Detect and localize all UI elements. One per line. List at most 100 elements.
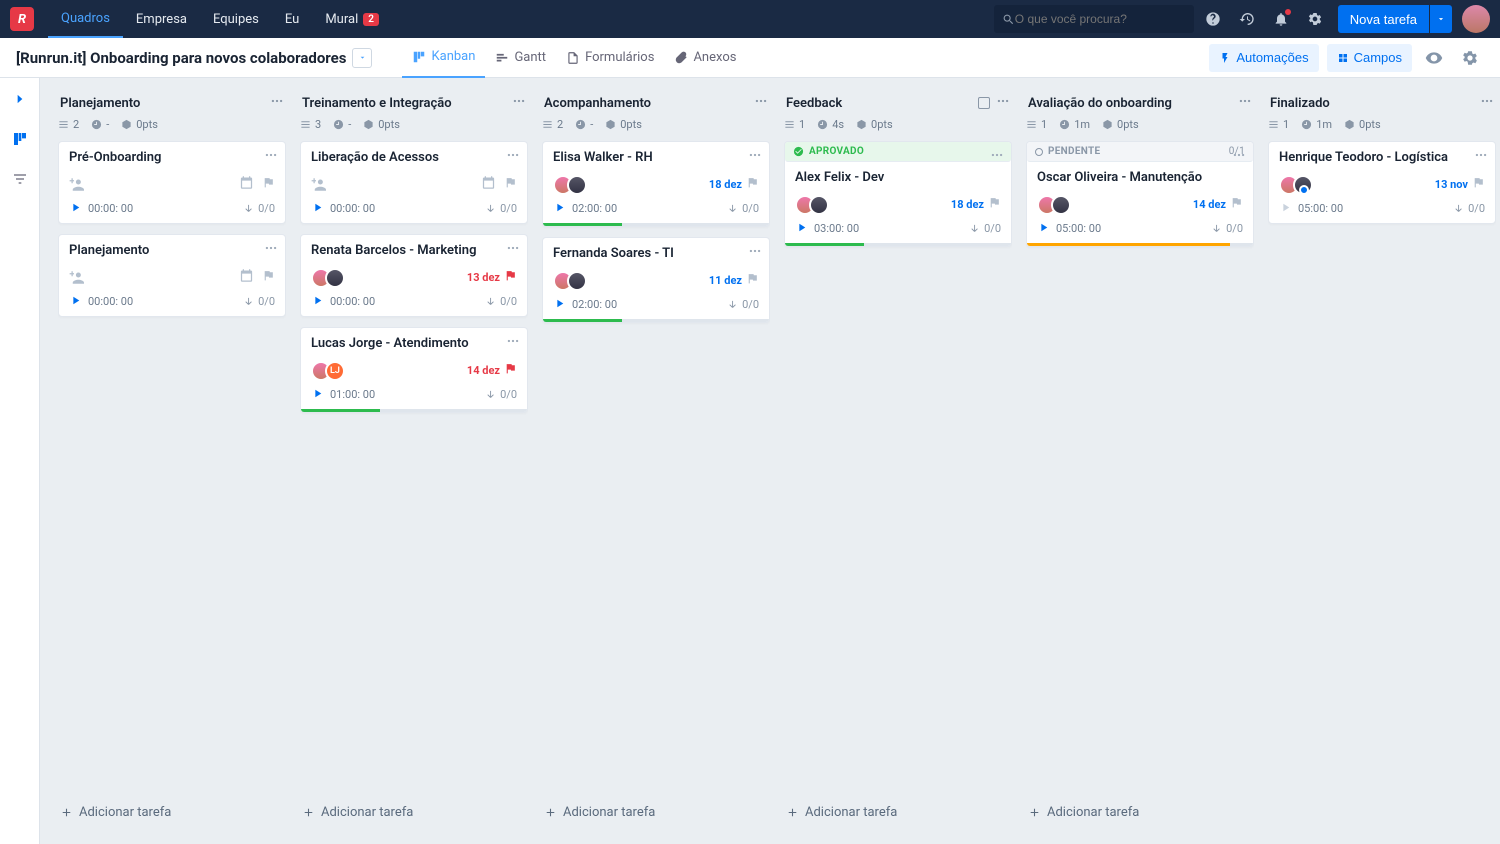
status-chip: APROVADO	[785, 142, 1011, 162]
play-icon[interactable]	[311, 201, 324, 217]
play-icon[interactable]	[553, 201, 566, 217]
card-menu[interactable]	[506, 241, 520, 259]
column-stats: 2 - 0pts	[542, 118, 770, 141]
add-task-button[interactable]: Adicionar tarefa	[784, 795, 1012, 830]
nav-quadros[interactable]: Quadros	[48, 0, 123, 38]
rail-filter[interactable]	[7, 166, 33, 192]
task-card[interactable]: Elisa Walker - RH 18 dez 02:00: 00 0/0	[542, 141, 770, 227]
view-attachments[interactable]: Anexos	[664, 38, 746, 78]
nav-eu[interactable]: Eu	[272, 0, 312, 38]
avatar	[567, 175, 587, 195]
timer-value: 05:00: 00	[1056, 222, 1101, 235]
left-rail	[0, 78, 40, 844]
search-box[interactable]	[994, 5, 1194, 33]
task-card[interactable]: Liberação de Acessos 00:00: 00 0/0	[300, 141, 528, 224]
bell-icon[interactable]	[1266, 4, 1296, 34]
stat-time: 1m	[1301, 118, 1332, 131]
subtasks-count: 0/0	[486, 388, 517, 401]
settings-icon[interactable]	[1456, 44, 1484, 72]
card-title: Planejamento	[69, 243, 275, 260]
task-card[interactable]: Renata Barcelos - Marketing 13 dez 00:00…	[300, 234, 528, 317]
avatars	[311, 268, 339, 288]
calendar-icon[interactable]	[481, 175, 496, 194]
gear-icon[interactable]	[1300, 4, 1330, 34]
card-menu[interactable]	[506, 334, 520, 352]
avatar	[809, 195, 829, 215]
add-task-button[interactable]: Adicionar tarefa	[542, 795, 770, 830]
stat-time: -	[575, 118, 593, 131]
add-task-button[interactable]: Adicionar tarefa	[1026, 795, 1254, 830]
assign-placeholder[interactable]	[69, 270, 84, 285]
nav-empresa[interactable]: Empresa	[123, 0, 200, 38]
view-forms[interactable]: Formulários	[556, 38, 664, 78]
stat-time: 1m	[1059, 118, 1090, 131]
column-menu[interactable]	[1480, 94, 1494, 112]
play-icon[interactable]	[795, 221, 808, 237]
play-icon[interactable]	[69, 201, 82, 217]
nav-equipes[interactable]: Equipes	[200, 0, 272, 38]
flag-icon	[504, 362, 517, 379]
rail-kanban[interactable]	[7, 126, 33, 152]
card-menu[interactable]	[990, 148, 1004, 166]
stat-points: 0pts	[1102, 118, 1139, 131]
automations-button[interactable]: Automações	[1209, 44, 1318, 72]
play-icon[interactable]	[553, 297, 566, 313]
play-icon[interactable]	[69, 294, 82, 310]
user-avatar[interactable]	[1462, 5, 1490, 33]
task-card[interactable]: Fernanda Soares - TI 11 dez 02:00: 00 0/…	[542, 237, 770, 323]
new-task-button[interactable]: Nova tarefa	[1338, 5, 1429, 33]
kanban-column: Feedback 1 4s 0pts APROVADO Alex Felix -…	[784, 92, 1012, 830]
timer-value: 00:00: 00	[88, 295, 133, 308]
play-icon[interactable]	[1037, 221, 1050, 237]
add-task-button[interactable]: Adicionar tarefa	[58, 795, 286, 830]
card-menu[interactable]	[1474, 148, 1488, 166]
column-checkbox[interactable]	[978, 97, 990, 109]
card-menu[interactable]	[748, 148, 762, 166]
task-card[interactable]: Planejamento 00:00: 00 0/0	[58, 234, 286, 317]
card-menu[interactable]	[506, 148, 520, 166]
due-date: 18 dez	[709, 178, 742, 191]
nav-mural[interactable]: Mural 2	[312, 0, 392, 38]
task-card[interactable]: APROVADO Alex Felix - Dev 18 dez 03:00: …	[784, 141, 1012, 247]
assign-placeholder[interactable]	[311, 177, 326, 192]
stat-count: 3	[300, 118, 321, 131]
kanban-column: Avaliação do onboarding 1 1m 0pts PENDEN…	[1026, 92, 1254, 830]
column-menu[interactable]	[270, 94, 284, 112]
card-title: Elisa Walker - RH	[553, 150, 759, 167]
help-icon[interactable]	[1198, 4, 1228, 34]
board-dropdown[interactable]	[352, 48, 372, 68]
calendar-icon[interactable]	[239, 175, 254, 194]
flag-icon	[746, 176, 759, 193]
logo[interactable]: R	[10, 7, 34, 31]
history-icon[interactable]	[1232, 4, 1262, 34]
card-menu[interactable]	[264, 148, 278, 166]
column-menu[interactable]	[754, 94, 768, 112]
add-task-button[interactable]: Adicionar tarefa	[300, 795, 528, 830]
search-input[interactable]	[1015, 12, 1186, 26]
task-card[interactable]: Pré-Onboarding 00:00: 00 0/0	[58, 141, 286, 224]
view-gantt[interactable]: Gantt	[485, 38, 556, 78]
play-icon[interactable]	[311, 294, 324, 310]
assign-placeholder[interactable]	[69, 177, 84, 192]
new-task-dropdown[interactable]	[1430, 5, 1452, 33]
rail-expand[interactable]	[7, 86, 33, 112]
task-card[interactable]: PENDENTE0/1 Oscar Oliveira - Manutenção …	[1026, 141, 1254, 247]
task-card[interactable]: Lucas Jorge - Atendimento LJ 14 dez 01:0…	[300, 327, 528, 413]
card-menu[interactable]	[1232, 148, 1246, 166]
eye-icon[interactable]	[1420, 44, 1448, 72]
card-menu[interactable]	[264, 241, 278, 259]
fields-button[interactable]: Campos	[1327, 44, 1412, 72]
play-icon[interactable]	[311, 387, 324, 403]
column-stats: 1 1m 0pts	[1268, 118, 1496, 141]
play-icon	[1279, 201, 1292, 217]
column-menu[interactable]	[1238, 94, 1252, 112]
mural-badge: 2	[363, 13, 379, 26]
card-title: Renata Barcelos - Marketing	[311, 243, 517, 260]
column-menu[interactable]	[996, 94, 1010, 112]
card-menu[interactable]	[748, 244, 762, 262]
column-menu[interactable]	[512, 94, 526, 112]
subheader: [Runrun.it] Onboarding para novos colabo…	[0, 38, 1500, 78]
calendar-icon[interactable]	[239, 268, 254, 287]
task-card[interactable]: Henrique Teodoro - Logística 13 nov 05:0…	[1268, 141, 1496, 224]
view-kanban[interactable]: Kanban	[402, 38, 485, 78]
